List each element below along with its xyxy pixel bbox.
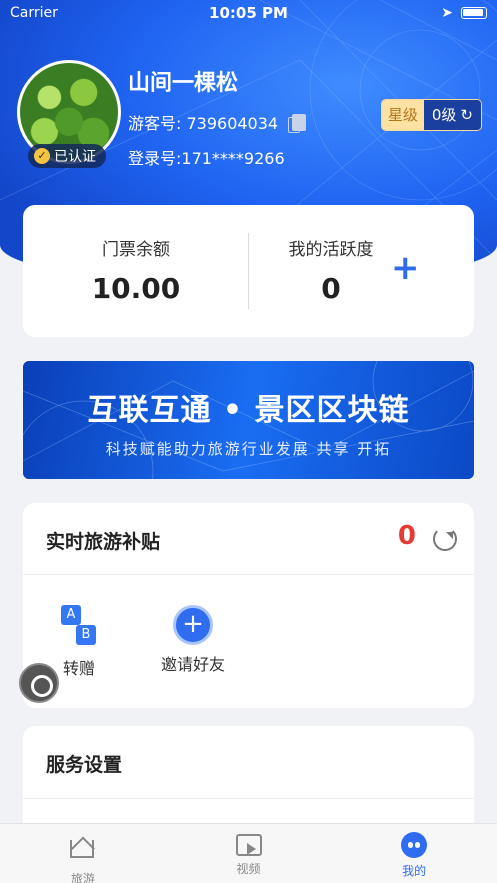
floating-assistant-icon[interactable]	[19, 663, 59, 703]
service-title: 服务设置	[46, 754, 123, 776]
level-star-label: 星级	[381, 100, 424, 130]
level-value: 0级	[431, 106, 457, 124]
ticket-balance-label: 门票余额	[102, 240, 170, 260]
status-bar: Carrier 10:05 PM ➤	[0, 0, 497, 26]
verified-check-icon: ✓	[34, 148, 50, 164]
video-icon	[235, 834, 262, 856]
ticket-balance-value: 10.00	[91, 272, 181, 305]
promo-banner[interactable]: 互联互通 • 景区区块链 科技赋能助力旅游行业发展 共享 开拓	[23, 361, 474, 479]
refresh-icon[interactable]	[433, 527, 457, 551]
tab-mine[interactable]: 我的	[331, 824, 497, 883]
refresh-small-icon: ↻	[460, 106, 473, 124]
invite-friends-label: 邀请好友	[160, 655, 225, 674]
invite-friends-button[interactable]: + 邀请好友	[143, 603, 243, 675]
location-icon: ➤	[441, 5, 453, 21]
transfer-ab-icon: AB	[56, 603, 102, 649]
battery-icon	[461, 7, 487, 19]
subsidy-title: 实时旅游补贴	[46, 531, 161, 553]
profile-icon	[401, 832, 428, 858]
subsidy-card: 实时旅游补贴 0 AB 转赠 + 邀请好友	[23, 503, 474, 708]
tab-travel-label: 旅游	[70, 872, 95, 883]
add-activity-icon[interactable]: +	[391, 251, 420, 285]
tab-video[interactable]: 视频	[166, 824, 332, 883]
plus-circle-icon: +	[173, 605, 213, 645]
tab-mine-label: 我的	[402, 864, 427, 878]
tab-video-label: 视频	[236, 862, 261, 876]
verified-badge: ✓ 已认证	[28, 144, 106, 168]
guest-number-row: 游客号: 739604034	[128, 110, 307, 134]
tab-travel[interactable]: 旅游	[0, 824, 166, 883]
copy-icon[interactable]	[288, 113, 307, 133]
level-badge[interactable]: 星级 0级 ↻	[380, 99, 482, 131]
login-number: 登录号:171****9266	[128, 149, 285, 168]
status-time: 10:05 PM	[209, 4, 288, 22]
banner-subtitle: 科技赋能助力旅游行业发展 共享 开拓	[105, 440, 392, 458]
subsidy-divider	[23, 574, 474, 575]
verified-label: 已认证	[54, 149, 96, 165]
ticket-balance[interactable]: 门票余额 10.00	[36, 235, 236, 305]
subsidy-count: 0	[397, 521, 416, 551]
username: 山间一棵松	[128, 71, 239, 96]
status-icons: ➤	[441, 5, 487, 21]
banner-title: 互联互通 • 景区区块链	[87, 393, 410, 428]
level-value-box: 0级 ↻	[423, 100, 481, 130]
home-icon	[69, 836, 96, 866]
guest-number: 游客号: 739604034	[128, 114, 279, 133]
stats-card: 门票余额 10.00 我的活跃度 0 +	[23, 205, 474, 337]
service-divider	[23, 798, 474, 799]
tab-bar: 旅游 视频 我的	[0, 823, 497, 883]
